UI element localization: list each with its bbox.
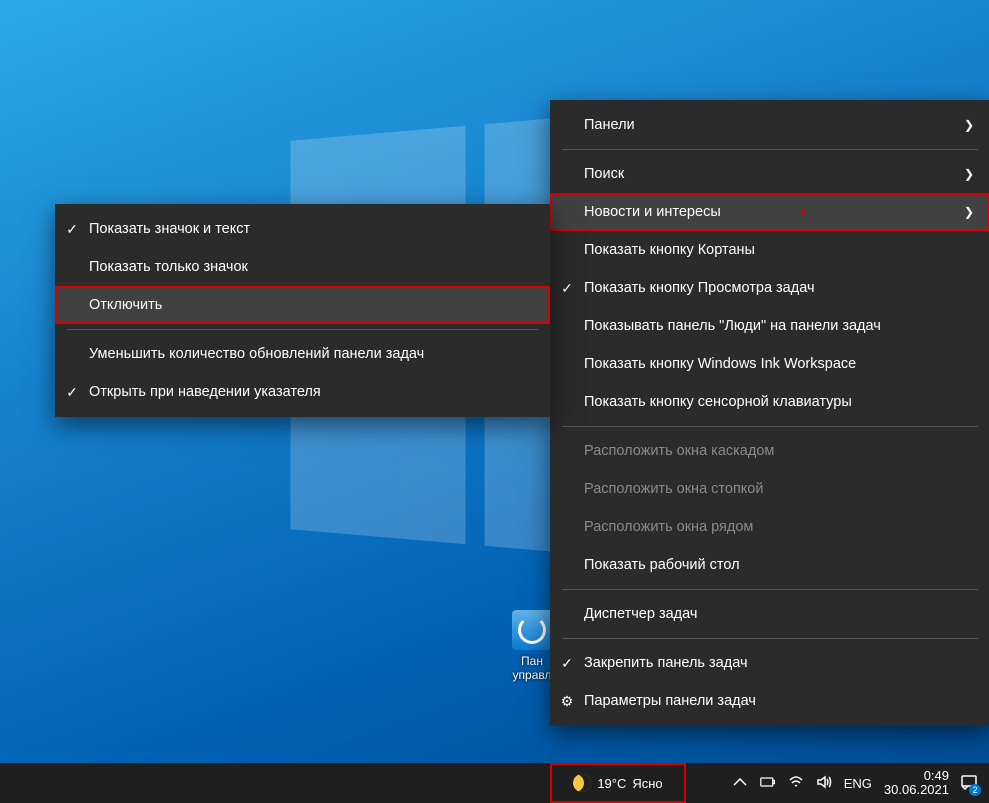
menu-item[interactable]: Показывать панель "Люди" на панели задач <box>550 307 989 345</box>
check-icon: ✓ <box>55 221 89 238</box>
menu-item[interactable]: ⚙Параметры панели задач <box>550 682 989 720</box>
menu-item-label: Показать кнопку Просмотра задач <box>584 280 974 296</box>
menu-item-label: Параметры панели задач <box>584 693 974 709</box>
menu-item[interactable]: ✓Открыть при наведении указателя <box>55 373 550 411</box>
taskbar-context-menu: Панели ❯ Поиск ❯ Новости и интересы ❯ Показать… <box>550 100 989 726</box>
menu-item[interactable]: ✓Закрепить панель задач <box>550 644 989 682</box>
menu-item[interactable]: Поиск ❯ <box>550 155 989 193</box>
menu-item[interactable]: Показать кнопку Кортаны <box>550 231 989 269</box>
menu-item-label: Закрепить панель задач <box>584 655 974 671</box>
menu-item-label: Панели <box>584 117 940 133</box>
chevron-right-icon: ❯ <box>964 118 974 132</box>
check-icon: ✓ <box>550 655 584 672</box>
action-center-icon[interactable] <box>961 774 977 793</box>
chevron-right-icon: ❯ <box>964 205 974 219</box>
menu-item-label: Показать кнопку Кортаны <box>584 242 974 258</box>
menu-separator <box>562 149 978 150</box>
menu-item-label: Новости и интересы <box>584 204 940 220</box>
menu-item-label: Открыть при наведении указателя <box>89 384 534 400</box>
volume-icon[interactable] <box>816 774 832 793</box>
wifi-icon[interactable] <box>788 774 804 793</box>
system-tray: ENG 0:4930.06.2021 <box>720 763 989 803</box>
menu-item: Расположить окна каскадом <box>550 432 989 470</box>
menu-item-label: Показать рабочий стол <box>584 557 974 573</box>
menu-item-label: Показать кнопку Windows Ink Workspace <box>584 356 974 372</box>
menu-item-label: Расположить окна стопкой <box>584 481 974 497</box>
clock[interactable]: 0:4930.06.2021 <box>884 769 949 797</box>
taskbar[interactable]: 19°C Ясно ENG 0:4930.06.2021 <box>0 763 989 803</box>
check-icon: ✓ <box>550 280 584 297</box>
tray-chevron-up-icon[interactable] <box>732 774 748 793</box>
weather-temp: 19°C <box>597 776 626 791</box>
menu-item-label: Расположить окна рядом <box>584 519 974 535</box>
menu-item: Расположить окна рядом <box>550 508 989 546</box>
menu-item[interactable]: Показать кнопку Windows Ink Workspace <box>550 345 989 383</box>
menu-item-label: Показать кнопку сенсорной клавиатуры <box>584 394 974 410</box>
menu-item-label: Показать только значок <box>89 259 534 275</box>
menu-item-label: Показывать панель "Люди" на панели задач <box>584 318 974 334</box>
menu-separator <box>67 329 538 330</box>
language-indicator[interactable]: ENG <box>844 776 872 791</box>
control-panel-icon <box>512 610 552 650</box>
gear-icon: ⚙ <box>550 693 584 710</box>
menu-item[interactable]: Уменьшить количество обновлений панели з… <box>55 335 550 373</box>
chevron-right-icon: ❯ <box>964 167 974 181</box>
menu-item-label: Расположить окна каскадом <box>584 443 974 459</box>
weather-text: Ясно <box>632 776 662 791</box>
menu-item[interactable]: Показать кнопку сенсорной клавиатуры <box>550 383 989 421</box>
check-icon: ✓ <box>55 384 89 401</box>
moon-icon <box>573 774 591 792</box>
menu-item-label: Отключить <box>89 297 534 313</box>
menu-item[interactable]: ✓Показать кнопку Просмотра задач <box>550 269 989 307</box>
menu-item[interactable]: Панели ❯ <box>550 106 989 144</box>
menu-item[interactable]: Отключить <box>55 286 550 324</box>
menu-item-label: Диспетчер задач <box>584 606 974 622</box>
menu-separator <box>562 426 978 427</box>
red-dot-icon <box>801 210 805 214</box>
menu-item[interactable]: Диспетчер задач <box>550 595 989 633</box>
menu-item[interactable]: Новости и интересы ❯ <box>550 193 989 231</box>
menu-item-label: Показать значок и текст <box>89 221 534 237</box>
menu-item[interactable]: ✓Показать значок и текст <box>55 210 550 248</box>
menu-item-label: Поиск <box>584 166 940 182</box>
menu-item[interactable]: Показать только значок <box>55 248 550 286</box>
weather-widget[interactable]: 19°C Ясно <box>550 763 686 803</box>
menu-separator <box>562 638 978 639</box>
menu-item: Расположить окна стопкой <box>550 470 989 508</box>
battery-icon[interactable] <box>760 774 776 793</box>
menu-item-label: Уменьшить количество обновлений панели з… <box>89 346 534 362</box>
menu-item[interactable]: Показать рабочий стол <box>550 546 989 584</box>
menu-separator <box>562 589 978 590</box>
news-interests-submenu: ✓Показать значок и текстПоказать только … <box>55 204 550 417</box>
